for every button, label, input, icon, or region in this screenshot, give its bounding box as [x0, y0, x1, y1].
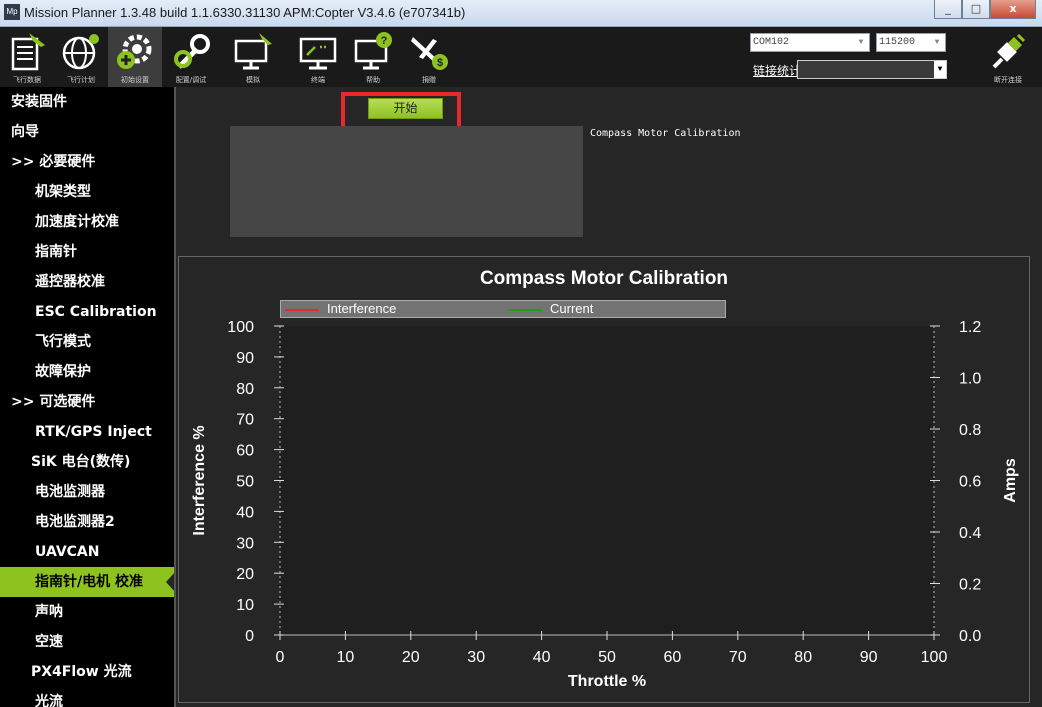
sidebar-item-rtk-gps-inject[interactable]: RTK/GPS Inject	[0, 417, 174, 447]
app-window: Mp Mission Planner 1.3.48 build 1.1.6330…	[0, 0, 1042, 707]
disconnect-button[interactable]: 断开连接	[978, 27, 1038, 87]
legend-swatch-current	[508, 308, 542, 311]
sidebar-item-battery-monitor-2[interactable]: 电池监测器2	[0, 507, 174, 537]
toolbar-label: 模拟	[246, 76, 260, 84]
legend-item-interference: Interference	[285, 301, 396, 317]
initial-setup-icon	[117, 34, 152, 69]
legend-label: Current	[550, 301, 594, 316]
close-button[interactable]: x	[990, 0, 1036, 19]
sidebar-item-battery-monitor[interactable]: 电池监测器	[0, 477, 174, 507]
main-toolbar: 飞行数据 飞行计划 初始设置 配置/调试 模拟 终端 ? 帮助 $ 捐赠 COM…	[0, 27, 1042, 87]
sidebar-item-optional-hardware[interactable]: >> 可选硬件	[0, 387, 174, 417]
maximize-button[interactable]: □	[962, 0, 990, 19]
chevron-down-icon: ▼	[858, 38, 864, 47]
toolbar-label: 捐赠	[422, 76, 436, 84]
minimize-button[interactable]: _	[934, 0, 962, 19]
toolbar-label: 帮助	[366, 76, 380, 84]
sidebar-item-px4flow[interactable]: PX4Flow 光流	[0, 657, 174, 687]
plug-icon	[992, 33, 1026, 69]
simulation-icon	[234, 33, 272, 70]
toolbar-initial-setup[interactable]: 初始设置	[108, 27, 162, 87]
sidebar-item-esc-calibration[interactable]: ESC Calibration	[0, 297, 174, 327]
chevron-down-icon: ▼	[934, 61, 946, 78]
donate-icon: $	[411, 37, 448, 70]
legend-label: Interference	[327, 301, 397, 316]
legend-item-current: Current	[508, 301, 593, 317]
sidebar-item-sonar[interactable]: 声呐	[0, 597, 174, 627]
toolbar-label: 飞行数据	[13, 76, 41, 84]
sidebar-item-sik-radio[interactable]: SiK 电台(数传)	[0, 447, 174, 477]
terminal-icon	[299, 37, 337, 70]
toolbar-terminal[interactable]: 终端	[291, 27, 345, 87]
app-logo-icon: Mp	[4, 4, 20, 20]
baud-rate-select[interactable]: 115200 ▼	[876, 33, 946, 52]
link-select[interactable]: ▼	[797, 60, 947, 79]
sidebar-item-install-firmware[interactable]: 安装固件	[0, 87, 174, 117]
sidebar-item-uavcan[interactable]: UAVCAN	[0, 537, 174, 567]
sidebar-item-radio-calibration[interactable]: 遥控器校准	[0, 267, 174, 297]
toolbar-flight-data[interactable]: 飞行数据	[0, 27, 54, 87]
toolbar-flight-plan[interactable]: 飞行计划	[54, 27, 108, 87]
toolbar-label: 飞行计划	[67, 76, 95, 84]
legend-swatch-interference	[285, 308, 319, 311]
svg-text:?: ?	[381, 35, 388, 47]
sidebar-item-compass-motor-calib[interactable]: 指南针/电机 校准	[0, 567, 174, 597]
sidebar-item-mandatory-hardware[interactable]: >> 必要硬件	[0, 147, 174, 177]
sidebar-item-frame-type[interactable]: 机架类型	[0, 177, 174, 207]
toolbar-label: 终端	[311, 76, 325, 84]
toolbar-label: 初始设置	[121, 76, 149, 84]
setup-sidebar: 安装固件 向导 >> 必要硬件 机架类型 加速度计校准 指南针 遥控器校准 ES…	[0, 87, 174, 707]
flight-data-icon	[11, 33, 45, 71]
chart-title: Compass Motor Calibration	[479, 268, 729, 289]
sidebar-item-accel-calibration[interactable]: 加速度计校准	[0, 207, 174, 237]
toolbar-config-tuning[interactable]: 配置/调试	[164, 27, 218, 87]
sidebar-item-compass[interactable]: 指南针	[0, 237, 174, 267]
com-port-value: COM102	[753, 37, 790, 48]
calibration-log-label: Compass Motor Calibration	[590, 128, 741, 139]
title-bar: Mp Mission Planner 1.3.48 build 1.1.6330…	[0, 0, 1042, 27]
sidebar-item-flight-modes[interactable]: 飞行模式	[0, 327, 174, 357]
svg-text:$: $	[437, 57, 443, 69]
chevron-down-icon: ▼	[934, 38, 940, 47]
calibration-log-box[interactable]	[230, 126, 583, 237]
help-icon: ?	[354, 32, 392, 70]
link-stats-link[interactable]: 链接统计	[753, 62, 801, 79]
flight-plan-icon	[62, 34, 99, 70]
sidebar-item-failsafe[interactable]: 故障保护	[0, 357, 174, 387]
toolbar-label: 配置/调试	[175, 76, 207, 84]
toolbar-donate[interactable]: $ 捐赠	[402, 27, 456, 87]
disconnect-label: 断开连接	[994, 76, 1022, 84]
baud-rate-value: 115200	[879, 37, 916, 48]
toolbar-help[interactable]: ? 帮助	[346, 27, 400, 87]
toolbar-simulation[interactable]: 模拟	[226, 27, 280, 87]
com-port-select[interactable]: COM102 ▼	[750, 33, 870, 52]
sidebar-item-wizard[interactable]: 向导	[0, 117, 174, 147]
sidebar-item-airspeed[interactable]: 空速	[0, 627, 174, 657]
chart-legend: Interference Current	[280, 300, 726, 318]
chart-panel	[178, 256, 1030, 703]
sidebar-item-optical-flow[interactable]: 光流	[0, 687, 174, 707]
config-tuning-icon	[174, 34, 210, 69]
window-title: Mission Planner 1.3.48 build 1.1.6330.31…	[24, 5, 466, 20]
